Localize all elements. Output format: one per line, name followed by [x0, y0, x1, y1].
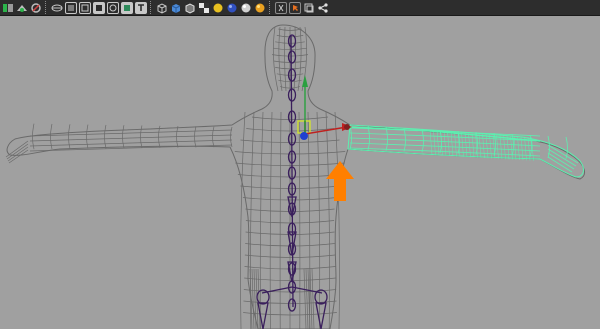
forearm-bone: [429, 130, 541, 142]
transform-gizmo: [297, 75, 352, 140]
arm-wire-line: [450, 131, 454, 157]
arm-wire-line: [29, 134, 233, 142]
leg-wire-line: [305, 268, 309, 329]
arm-wire-line: [447, 131, 450, 157]
arm-wire-line: [485, 133, 489, 159]
safe-title-icon[interactable]: [135, 1, 147, 14]
arm-wire-line: [503, 135, 506, 160]
viewport-toolbar: [0, 0, 600, 16]
hand-wire-line: [547, 148, 577, 167]
camera-select-icon[interactable]: [2, 2, 14, 14]
torso-wire-line: [298, 111, 301, 329]
hand-wire-line: [8, 149, 29, 164]
arm-wire-line: [496, 134, 499, 159]
wireframe-on-shaded-icon[interactable]: [184, 2, 196, 14]
hand-wire-line: [547, 144, 579, 164]
arm-wire-line: [454, 131, 457, 157]
gizmo-z-handle: [300, 132, 308, 140]
film-gate-icon[interactable]: [65, 1, 77, 14]
leg-bone: [315, 302, 327, 329]
occlusion-sphere-icon[interactable]: [240, 2, 252, 14]
checker-texture-icon[interactable]: [198, 2, 210, 14]
arm-wire-line: [565, 136, 568, 159]
field-chart-icon[interactable]: [107, 1, 119, 14]
shadow-sphere-icon[interactable]: [226, 2, 238, 14]
torso-wire-line: [240, 111, 246, 329]
leg-wire-line: [309, 268, 313, 329]
arm-wire-line: [212, 126, 215, 148]
hand-wire-line: [6, 143, 29, 160]
arm-wire-line: [385, 126, 388, 151]
arm-wire-line: [86, 124, 89, 149]
leg-wire-line: [311, 268, 315, 329]
selected-arm-mesh: [347, 124, 584, 178]
head-wire-line: [272, 26, 279, 92]
grid-icon[interactable]: [51, 2, 63, 14]
arm-wire-line: [367, 125, 370, 150]
arm-wire-line: [511, 133, 514, 157]
leg-wire-line: [257, 268, 261, 329]
hand-wire-line: [547, 152, 575, 170]
toolbar-separator: [269, 1, 272, 14]
arm-wire-line: [349, 132, 541, 142]
toolbar-separator: [150, 1, 153, 14]
arm-wire-line: [440, 130, 443, 156]
character-scene[interactable]: [0, 17, 600, 329]
camera-lock-icon[interactable]: [16, 2, 28, 14]
spine-joint: [287, 298, 297, 312]
bookmark-icon[interactable]: [30, 2, 42, 14]
leg-wire-line: [253, 268, 257, 329]
arm-wire-line: [499, 134, 503, 160]
torso-wire-line: [316, 111, 321, 329]
lighting-sphere-icon[interactable]: [254, 2, 266, 14]
leg-wire-line: [303, 268, 307, 329]
arm-wire-line: [482, 133, 485, 159]
resolution-gate-icon[interactable]: [79, 1, 91, 14]
torso-wire-line: [259, 111, 264, 329]
arm-wire-line: [468, 132, 471, 158]
wireframe-cube-icon[interactable]: [156, 2, 168, 14]
arm-wire-line: [32, 123, 35, 150]
xray-icon[interactable]: [275, 1, 287, 14]
arm-wire-line: [194, 126, 197, 148]
gate-mask-icon[interactable]: [93, 1, 105, 14]
light-bulb-icon[interactable]: [212, 2, 224, 14]
legs-mesh: [249, 268, 315, 329]
arm-wire-line: [29, 139, 233, 147]
spine-joint: [287, 50, 297, 64]
arm-wire-line: [464, 132, 468, 158]
arm-wire-line: [461, 132, 464, 157]
share-icon[interactable]: [317, 2, 329, 14]
arm-wire-line: [29, 144, 233, 152]
arm-wire-line: [104, 124, 107, 149]
spine-bone: [290, 34, 294, 308]
arm-wire-line: [489, 134, 492, 159]
arm-wire-line: [443, 130, 447, 156]
arm-wire-line: [349, 124, 352, 150]
arm-wire-line: [122, 125, 125, 149]
gizmo-pivot: [344, 124, 350, 130]
annotation-arrow-icon: [326, 161, 354, 201]
arm-wire-line: [478, 133, 482, 158]
leg-wire-line: [251, 268, 255, 329]
gizmo-y-arrow: [302, 75, 308, 87]
xray-joints-icon[interactable]: [303, 2, 315, 14]
safe-action-icon[interactable]: [121, 1, 133, 14]
arm-wire-line: [471, 132, 475, 158]
smooth-shade-cube-icon[interactable]: [170, 2, 182, 14]
arm-wire-line: [547, 135, 550, 158]
torso-wire-line: [269, 111, 273, 329]
toolbar-separator: [45, 1, 48, 14]
hip-joint: [314, 289, 328, 305]
torso-wire-line: [279, 111, 282, 329]
3d-viewport[interactable]: [0, 17, 600, 329]
isolate-select-icon[interactable]: [289, 1, 301, 14]
